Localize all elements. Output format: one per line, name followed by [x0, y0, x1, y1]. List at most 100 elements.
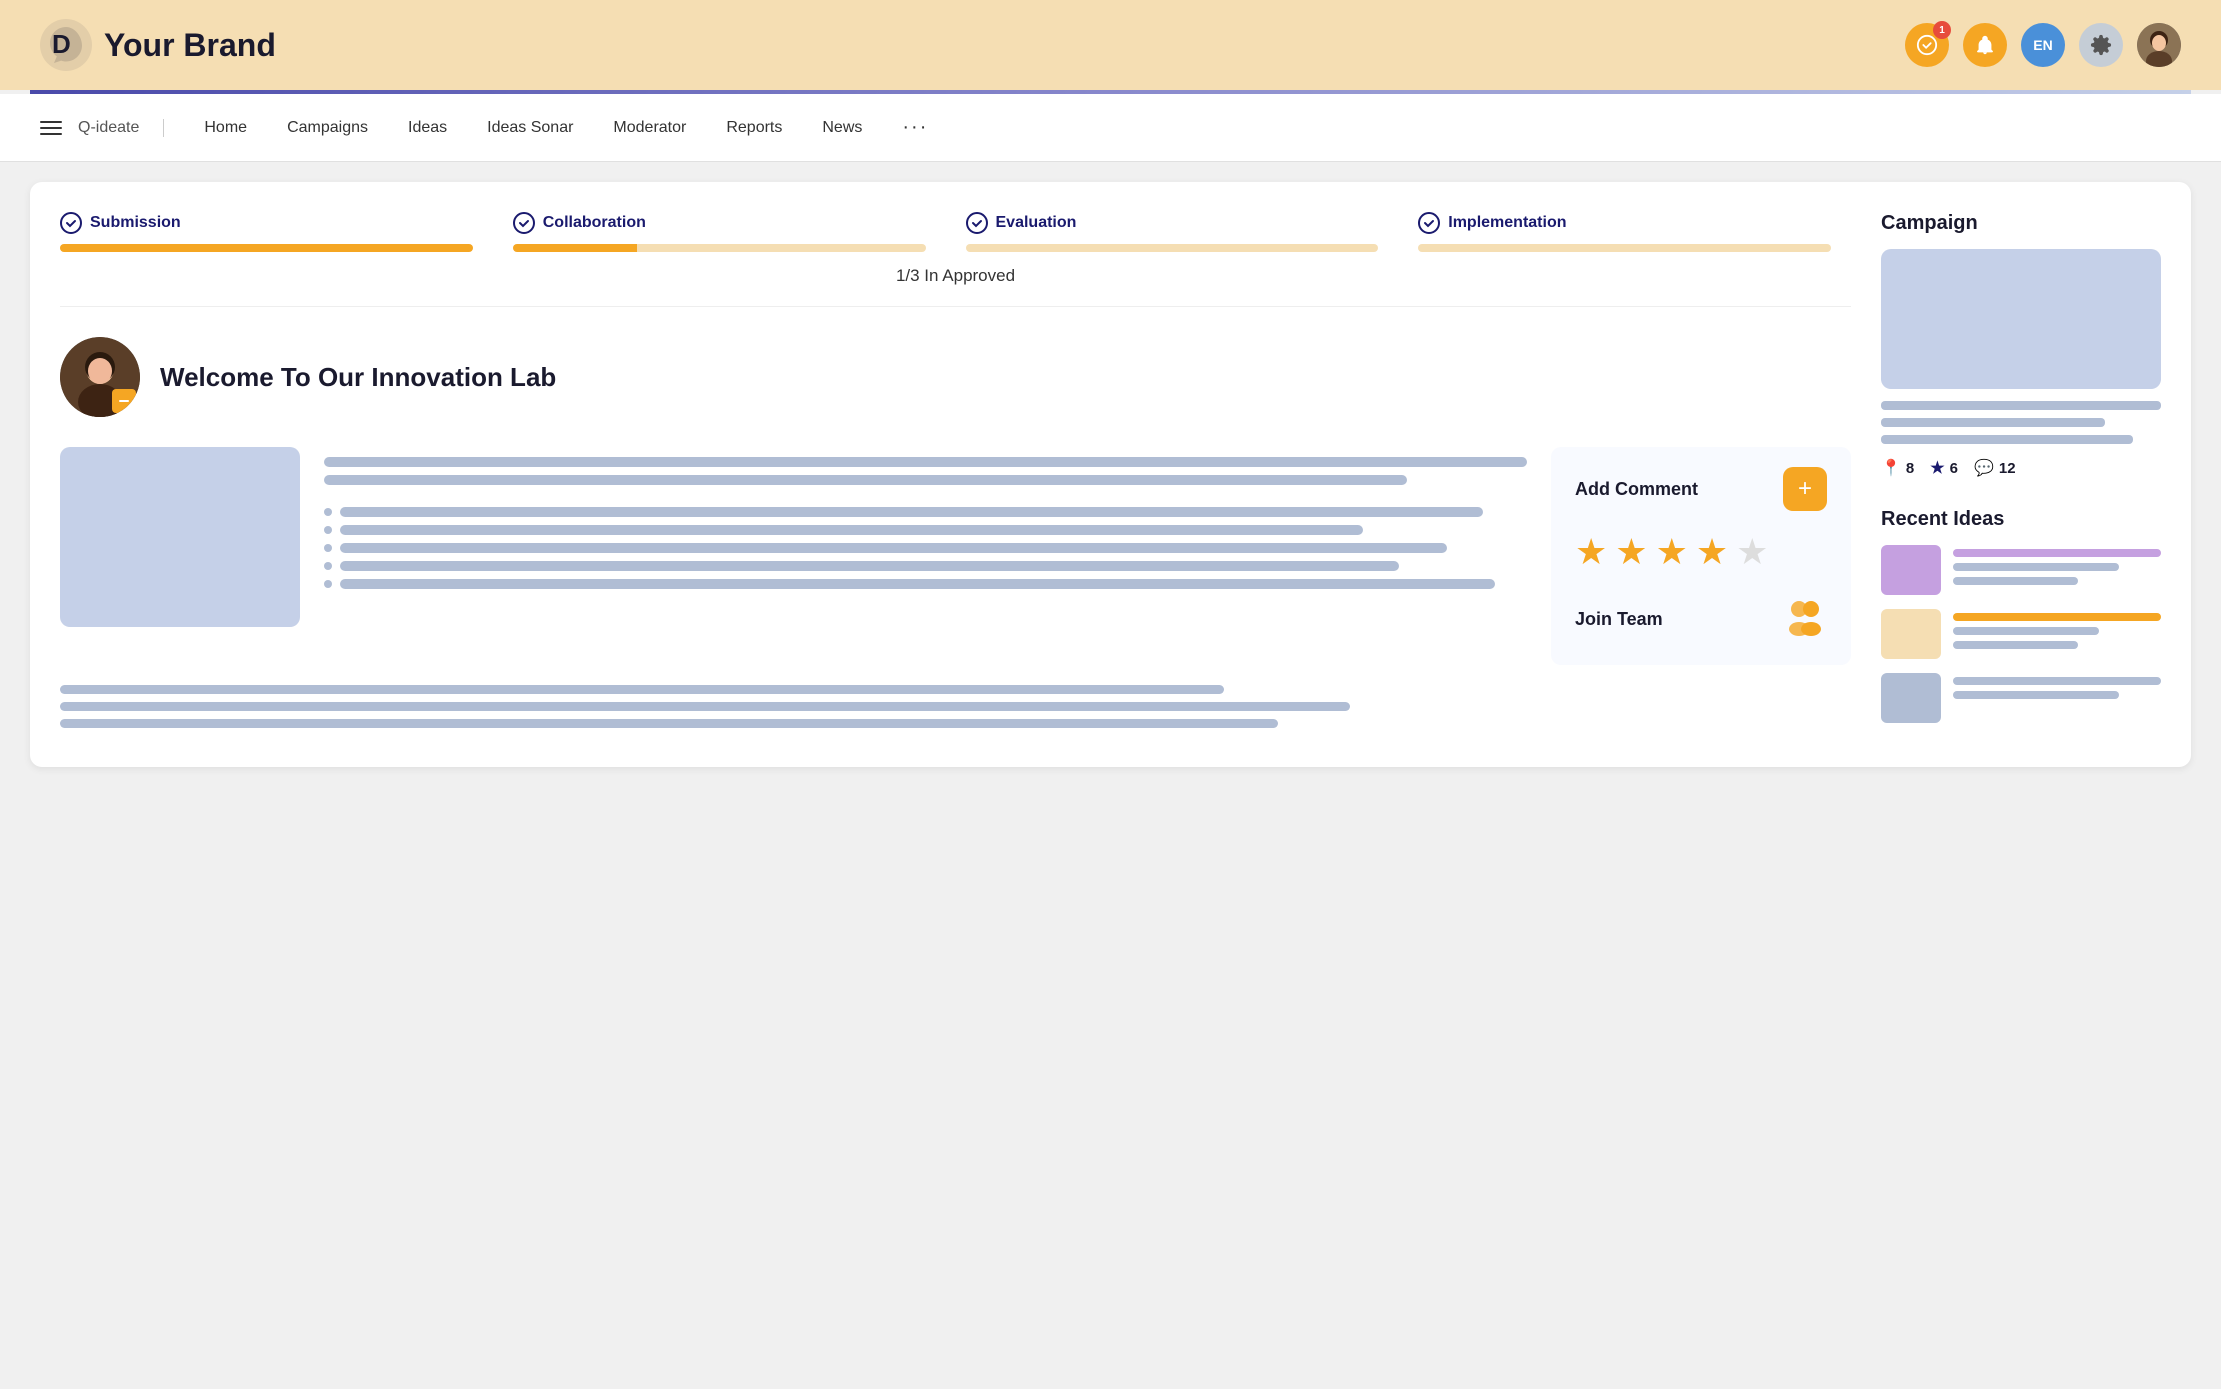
approved-text: 1/3 In Approved: [60, 266, 1851, 286]
main-content: Submission Collaboration: [60, 212, 1851, 737]
collaboration-check-icon: [513, 212, 535, 234]
nav-item-moderator[interactable]: Moderator: [597, 97, 702, 159]
ri-lines-1: [1953, 545, 2161, 585]
star-2[interactable]: ★: [1615, 531, 1647, 573]
step-collaboration-label: Collaboration: [513, 212, 926, 234]
campaign-stats: 📍 8 ★ 6 💬 12: [1881, 458, 2161, 478]
comment-icon: 💬: [1974, 458, 1994, 478]
step-evaluation-label: Evaluation: [966, 212, 1379, 234]
collaboration-bar: [513, 244, 926, 252]
add-comment-label: Add Comment: [1575, 479, 1698, 500]
bullet-text-4: [340, 561, 1399, 571]
team-icon[interactable]: [1783, 593, 1827, 645]
c-line-1: [1881, 401, 2161, 410]
evaluation-name: Evaluation: [996, 214, 1077, 232]
bell-icon: [1974, 34, 1996, 56]
recent-idea-3[interactable]: [1881, 673, 2161, 723]
progress-wrapper: Submission Collaboration: [60, 212, 1851, 307]
avatar-btn[interactable]: [2137, 23, 2181, 67]
recent-ideas-section: Recent Ideas: [1881, 508, 2161, 723]
bullet-text-5: [340, 579, 1495, 589]
team-members-icon: [1783, 593, 1827, 637]
campaign-lines: [1881, 401, 2161, 444]
implementation-check-icon: [1418, 212, 1440, 234]
evaluation-bar: [966, 244, 1379, 252]
content-layout: Submission Collaboration: [60, 212, 2161, 737]
recent-idea-1[interactable]: [1881, 545, 2161, 595]
submission-check-icon: [60, 212, 82, 234]
step-implementation: Implementation: [1398, 212, 1851, 252]
nav-items: Home Campaigns Ideas Ideas Sonar Moderat…: [188, 94, 944, 161]
bullet-row-1: [324, 507, 1527, 517]
idea-image: [60, 447, 300, 627]
evaluation-check-icon: [966, 212, 988, 234]
ri-thumbnail-1: [1881, 545, 1941, 595]
nav-more-btn[interactable]: ···: [886, 94, 944, 161]
bell-icon-btn[interactable]: [1963, 23, 2007, 67]
step-submission-label: Submission: [60, 212, 473, 234]
stat-pin: 📍 8: [1881, 458, 1914, 478]
nav-item-ideas[interactable]: Ideas: [392, 97, 463, 159]
progress-steps-row: Submission Collaboration: [60, 212, 1851, 252]
nav-item-news[interactable]: News: [806, 97, 878, 159]
nav-brand-label: Q-ideate: [78, 119, 164, 137]
star-1[interactable]: ★: [1575, 531, 1607, 573]
navbar: Q-ideate Home Campaigns Ideas Ideas Sona…: [0, 94, 2221, 162]
bullet-dot-3: [324, 544, 332, 552]
bottom-line-2: [60, 702, 1350, 711]
stat-star: ★ 6: [1930, 458, 1958, 478]
ri-line-1b: [1953, 563, 2119, 571]
bottom-line-1: [60, 685, 1224, 694]
add-comment-btn[interactable]: +: [1783, 467, 1827, 511]
ri-line-3b: [1953, 691, 2119, 699]
implementation-bar: [1418, 244, 1831, 252]
pin-icon: 📍: [1881, 458, 1901, 478]
header: D Your Brand 1 EN: [0, 0, 2221, 90]
nav-item-campaigns[interactable]: Campaigns: [271, 97, 384, 159]
star-4[interactable]: ★: [1696, 531, 1728, 573]
bullet-text-3: [340, 543, 1447, 553]
bullet-dot-5: [324, 580, 332, 588]
stat-star-value: 6: [1950, 460, 1958, 477]
header-icons: 1 EN: [1905, 23, 2181, 67]
recent-ideas-title: Recent Ideas: [1881, 508, 2161, 531]
stat-comment: 💬 12: [1974, 458, 2016, 478]
campaign-title: Campaign: [1881, 212, 2161, 235]
interaction-section: Add Comment + ★ ★ ★ ★ ★ Join Team: [1551, 447, 1851, 665]
join-team-label: Join Team: [1575, 609, 1663, 630]
stat-comment-value: 12: [1999, 460, 2016, 477]
add-comment-row: Add Comment +: [1575, 467, 1827, 511]
ri-line-2c: [1953, 641, 2078, 649]
collaboration-name: Collaboration: [543, 214, 646, 232]
bullet-row-2: [324, 525, 1527, 535]
checkmark-icon: [518, 217, 530, 229]
text-line-2: [324, 475, 1407, 485]
checkmark-icon: [65, 217, 77, 229]
c-line-3: [1881, 435, 2133, 444]
hamburger-menu-btn[interactable]: [40, 121, 62, 135]
bullet-text-1: [340, 507, 1483, 517]
idea-text-content: [324, 447, 1527, 665]
activity-icon-btn[interactable]: 1: [1905, 23, 1949, 67]
c-line-2: [1881, 418, 2105, 427]
step-implementation-label: Implementation: [1418, 212, 1831, 234]
checkmark-icon: [971, 217, 983, 229]
implementation-name: Implementation: [1448, 214, 1566, 232]
brand-logo-icon: D: [40, 19, 92, 71]
ri-lines-2: [1953, 609, 2161, 649]
recent-idea-2[interactable]: [1881, 609, 2161, 659]
settings-btn[interactable]: [2079, 23, 2123, 67]
star-3[interactable]: ★: [1656, 531, 1688, 573]
sidebar: Campaign 📍 8 ★ 6: [1881, 212, 2161, 737]
stat-pin-value: 8: [1906, 460, 1914, 477]
star-5[interactable]: ★: [1736, 531, 1768, 573]
idea-header: Welcome To Our Innovation Lab: [60, 337, 1851, 417]
submission-name: Submission: [90, 214, 181, 232]
bottom-lines: [60, 685, 1851, 728]
bullet-row-3: [324, 543, 1527, 553]
nav-item-ideas-sonar[interactable]: Ideas Sonar: [471, 97, 589, 159]
language-btn[interactable]: EN: [2021, 23, 2065, 67]
nav-item-home[interactable]: Home: [188, 97, 263, 159]
nav-item-reports[interactable]: Reports: [710, 97, 798, 159]
interaction-panel: Add Comment + ★ ★ ★ ★ ★ Join Team: [1551, 447, 1851, 665]
